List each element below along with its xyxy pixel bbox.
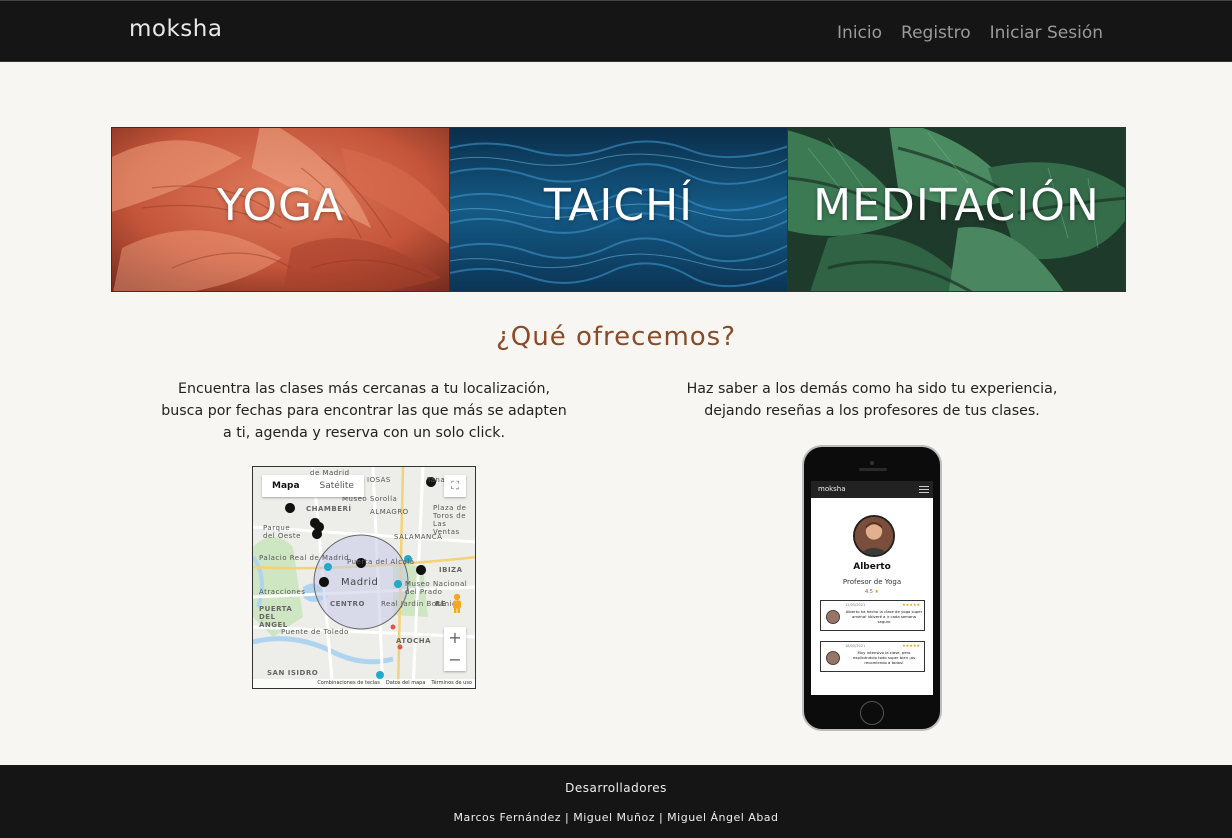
map-label-ibiza: IBIZA <box>439 566 463 574</box>
map-label-almagro: ALMAGRO <box>370 508 409 516</box>
map-label-puerta-alcala: Puerta del Alcalá <box>347 558 415 566</box>
offer-left-text: Encuentra las clases más cercanas a tu l… <box>161 381 567 441</box>
review-card: 18/05/2021 ★★★★★ Muy intensivo la clase,… <box>820 641 925 672</box>
map-label-prado: Museo Nacional del Prado <box>405 580 468 596</box>
footer-developers: Marcos Fernández | Miguel Muñoz | Miguel… <box>453 811 779 824</box>
review-card: 12/05/2021 ★★★★★ Alberto ha hecho la cla… <box>820 600 925 631</box>
phone-speaker <box>859 468 887 471</box>
navbar: moksha Inicio Registro Iniciar Sesión <box>0 0 1232 62</box>
teacher-rating: 4.5 ★ <box>811 589 933 595</box>
footer-title: Desarrolladores <box>565 781 667 795</box>
tile-yoga-label: YOGA <box>216 180 345 231</box>
map-label-madrid: Madrid <box>341 577 379 588</box>
map-label-chamberi: CHAMBERÍ <box>306 505 352 513</box>
map-tab-mapa[interactable]: Mapa <box>262 475 310 497</box>
app-brand: moksha <box>818 485 846 493</box>
teacher-name: Alberto <box>853 562 891 572</box>
nav-link-iniciar-sesion[interactable]: Iniciar Sesión <box>990 23 1103 43</box>
map-footer-terms[interactable]: Términos de uso <box>431 679 472 688</box>
rating-value: 4.5 <box>864 589 873 595</box>
map-label-atracciones: Atracciones <box>259 588 306 596</box>
zoom-out-button[interactable]: − <box>444 649 466 671</box>
map-label-re: RE <box>435 600 447 608</box>
map-label-centro: CENTRO <box>330 600 365 608</box>
offer-right-text: Haz saber a los demás como ha sido tu ex… <box>686 381 1058 419</box>
map-zoom-controls: + − <box>444 627 466 671</box>
reviewer-avatar <box>826 651 840 665</box>
teacher-role: Profesor de Yoga <box>842 578 902 586</box>
teacher-avatar <box>853 515 895 557</box>
map-label-iosas: IOSAS <box>367 476 391 484</box>
review-text: Alberto ha hecho la clase de yoga super … <box>845 609 923 624</box>
map-label-isidro: SAN ISIDRO <box>267 669 319 677</box>
phone-mockup: moksha Alberto Profesor de Yoga 4.5 ★ 12… <box>802 445 942 731</box>
hamburger-menu-icon <box>919 486 929 493</box>
nav-link-inicio[interactable]: Inicio <box>837 23 882 43</box>
review-stars-icon: ★★★★★ <box>902 643 920 648</box>
tile-taichi[interactable]: TAICHÍ <box>450 128 788 291</box>
phone-screen: moksha Alberto Profesor de Yoga 4.5 ★ 12… <box>811 481 933 695</box>
map-label-tana: Tana <box>427 476 446 484</box>
phone-camera <box>870 461 874 465</box>
nav-link-registro[interactable]: Registro <box>901 23 971 43</box>
review-stars-icon: ★★★★★ <box>902 602 920 607</box>
classes-map[interactable]: CHAMBERÍ ALMAGRO SALAMANCA Madrid CENTRO… <box>252 466 476 689</box>
map-label-parque-oeste: Parque del Oeste <box>263 524 301 540</box>
map-label-plaza-toros: Plaza de Toros de Las Ventas <box>433 504 467 536</box>
tile-meditacion[interactable]: MEDITACIÓN <box>788 128 1125 291</box>
phone-home-button <box>860 701 884 725</box>
map-type-tabs: Mapa Satélite <box>262 475 364 497</box>
star-icon: ★ <box>874 589 880 595</box>
review-date: 18/05/2021 <box>845 644 866 648</box>
map-footer-shortcuts[interactable]: Combinaciones de teclas <box>317 679 380 688</box>
app-navbar: moksha <box>811 481 933 498</box>
tile-taichi-label: TAICHÍ <box>543 180 694 231</box>
tile-meditacion-label: MEDITACIÓN <box>813 180 1100 231</box>
pegman-icon[interactable] <box>450 593 464 613</box>
review-text: Muy intensivo la clase, pero explicándol… <box>852 650 916 665</box>
map-label-toledo: Puente de Toledo <box>281 628 349 636</box>
map-attribution: Combinaciones de teclas Datos del mapa T… <box>253 679 475 688</box>
fullscreen-icon[interactable]: ⛶ <box>444 475 466 497</box>
map-tab-satelite[interactable]: Satélite <box>310 475 364 497</box>
footer: Desarrolladores Marcos Fernández | Migue… <box>0 765 1232 838</box>
zoom-in-button[interactable]: + <box>444 627 466 649</box>
map-label-angel: PUERTA DEL ÁNGEL <box>259 605 293 629</box>
brand-logo[interactable]: moksha <box>129 16 222 42</box>
map-label-palacio: Palacio Real de Madrid <box>259 554 350 562</box>
tile-yoga[interactable]: YOGA <box>112 128 450 291</box>
nav-links: Inicio Registro Iniciar Sesión <box>837 23 1103 43</box>
map-label-atocha: ATOCHA <box>396 637 432 645</box>
reviewer-avatar <box>826 610 840 624</box>
offer-title: ¿Qué ofrecemos? <box>495 322 737 352</box>
review-date: 12/05/2021 <box>845 603 866 607</box>
map-footer-data[interactable]: Datos del mapa <box>386 679 426 688</box>
hero-tiles: YOGA TAICHÍ MEDITACIÓN <box>111 127 1126 292</box>
